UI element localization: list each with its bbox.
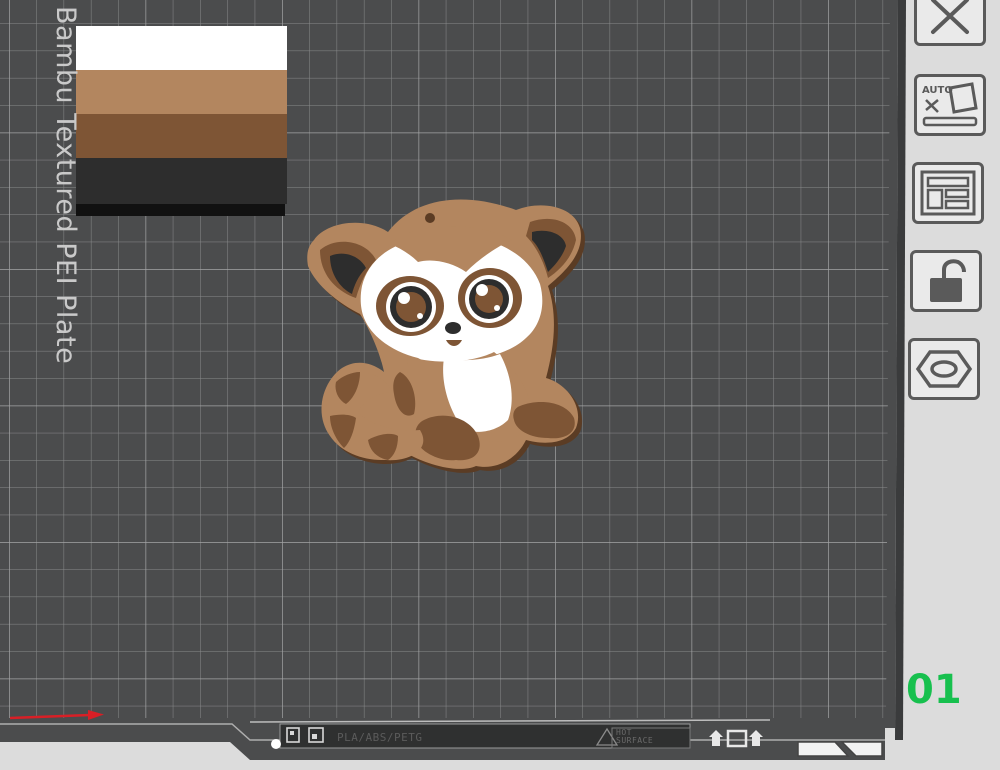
color-swatch [76,26,287,216]
filament-compat-label: PLA/ABS/PETG [337,731,423,744]
plate-settings-button[interactable] [908,338,980,400]
arrange-button[interactable] [912,162,984,224]
lock-toggle-button[interactable] [910,250,982,312]
arrange-icon [920,170,976,216]
hex-nut-icon [915,350,973,388]
auto-orient-icon: AUTO [922,82,978,127]
plate-number: 01 [906,667,962,713]
svg-text:AUTO: AUTO [922,85,953,96]
hot-surface-label: HOT SURFACE [616,729,676,749]
surface-label: SURFACE [616,736,654,745]
plate-canvas[interactable] [0,0,1000,770]
close-icon [931,0,969,34]
close-plate-button[interactable] [914,0,986,46]
plate-name-label: Bambu Textured PEI Plate [50,6,81,365]
auto-orient-button[interactable]: AUTO [914,74,986,136]
build-plate-viewport[interactable]: Bambu Textured PEI Plate 01 PLA/ABS/PETG… [0,0,1000,770]
unlock-icon [930,259,966,302]
